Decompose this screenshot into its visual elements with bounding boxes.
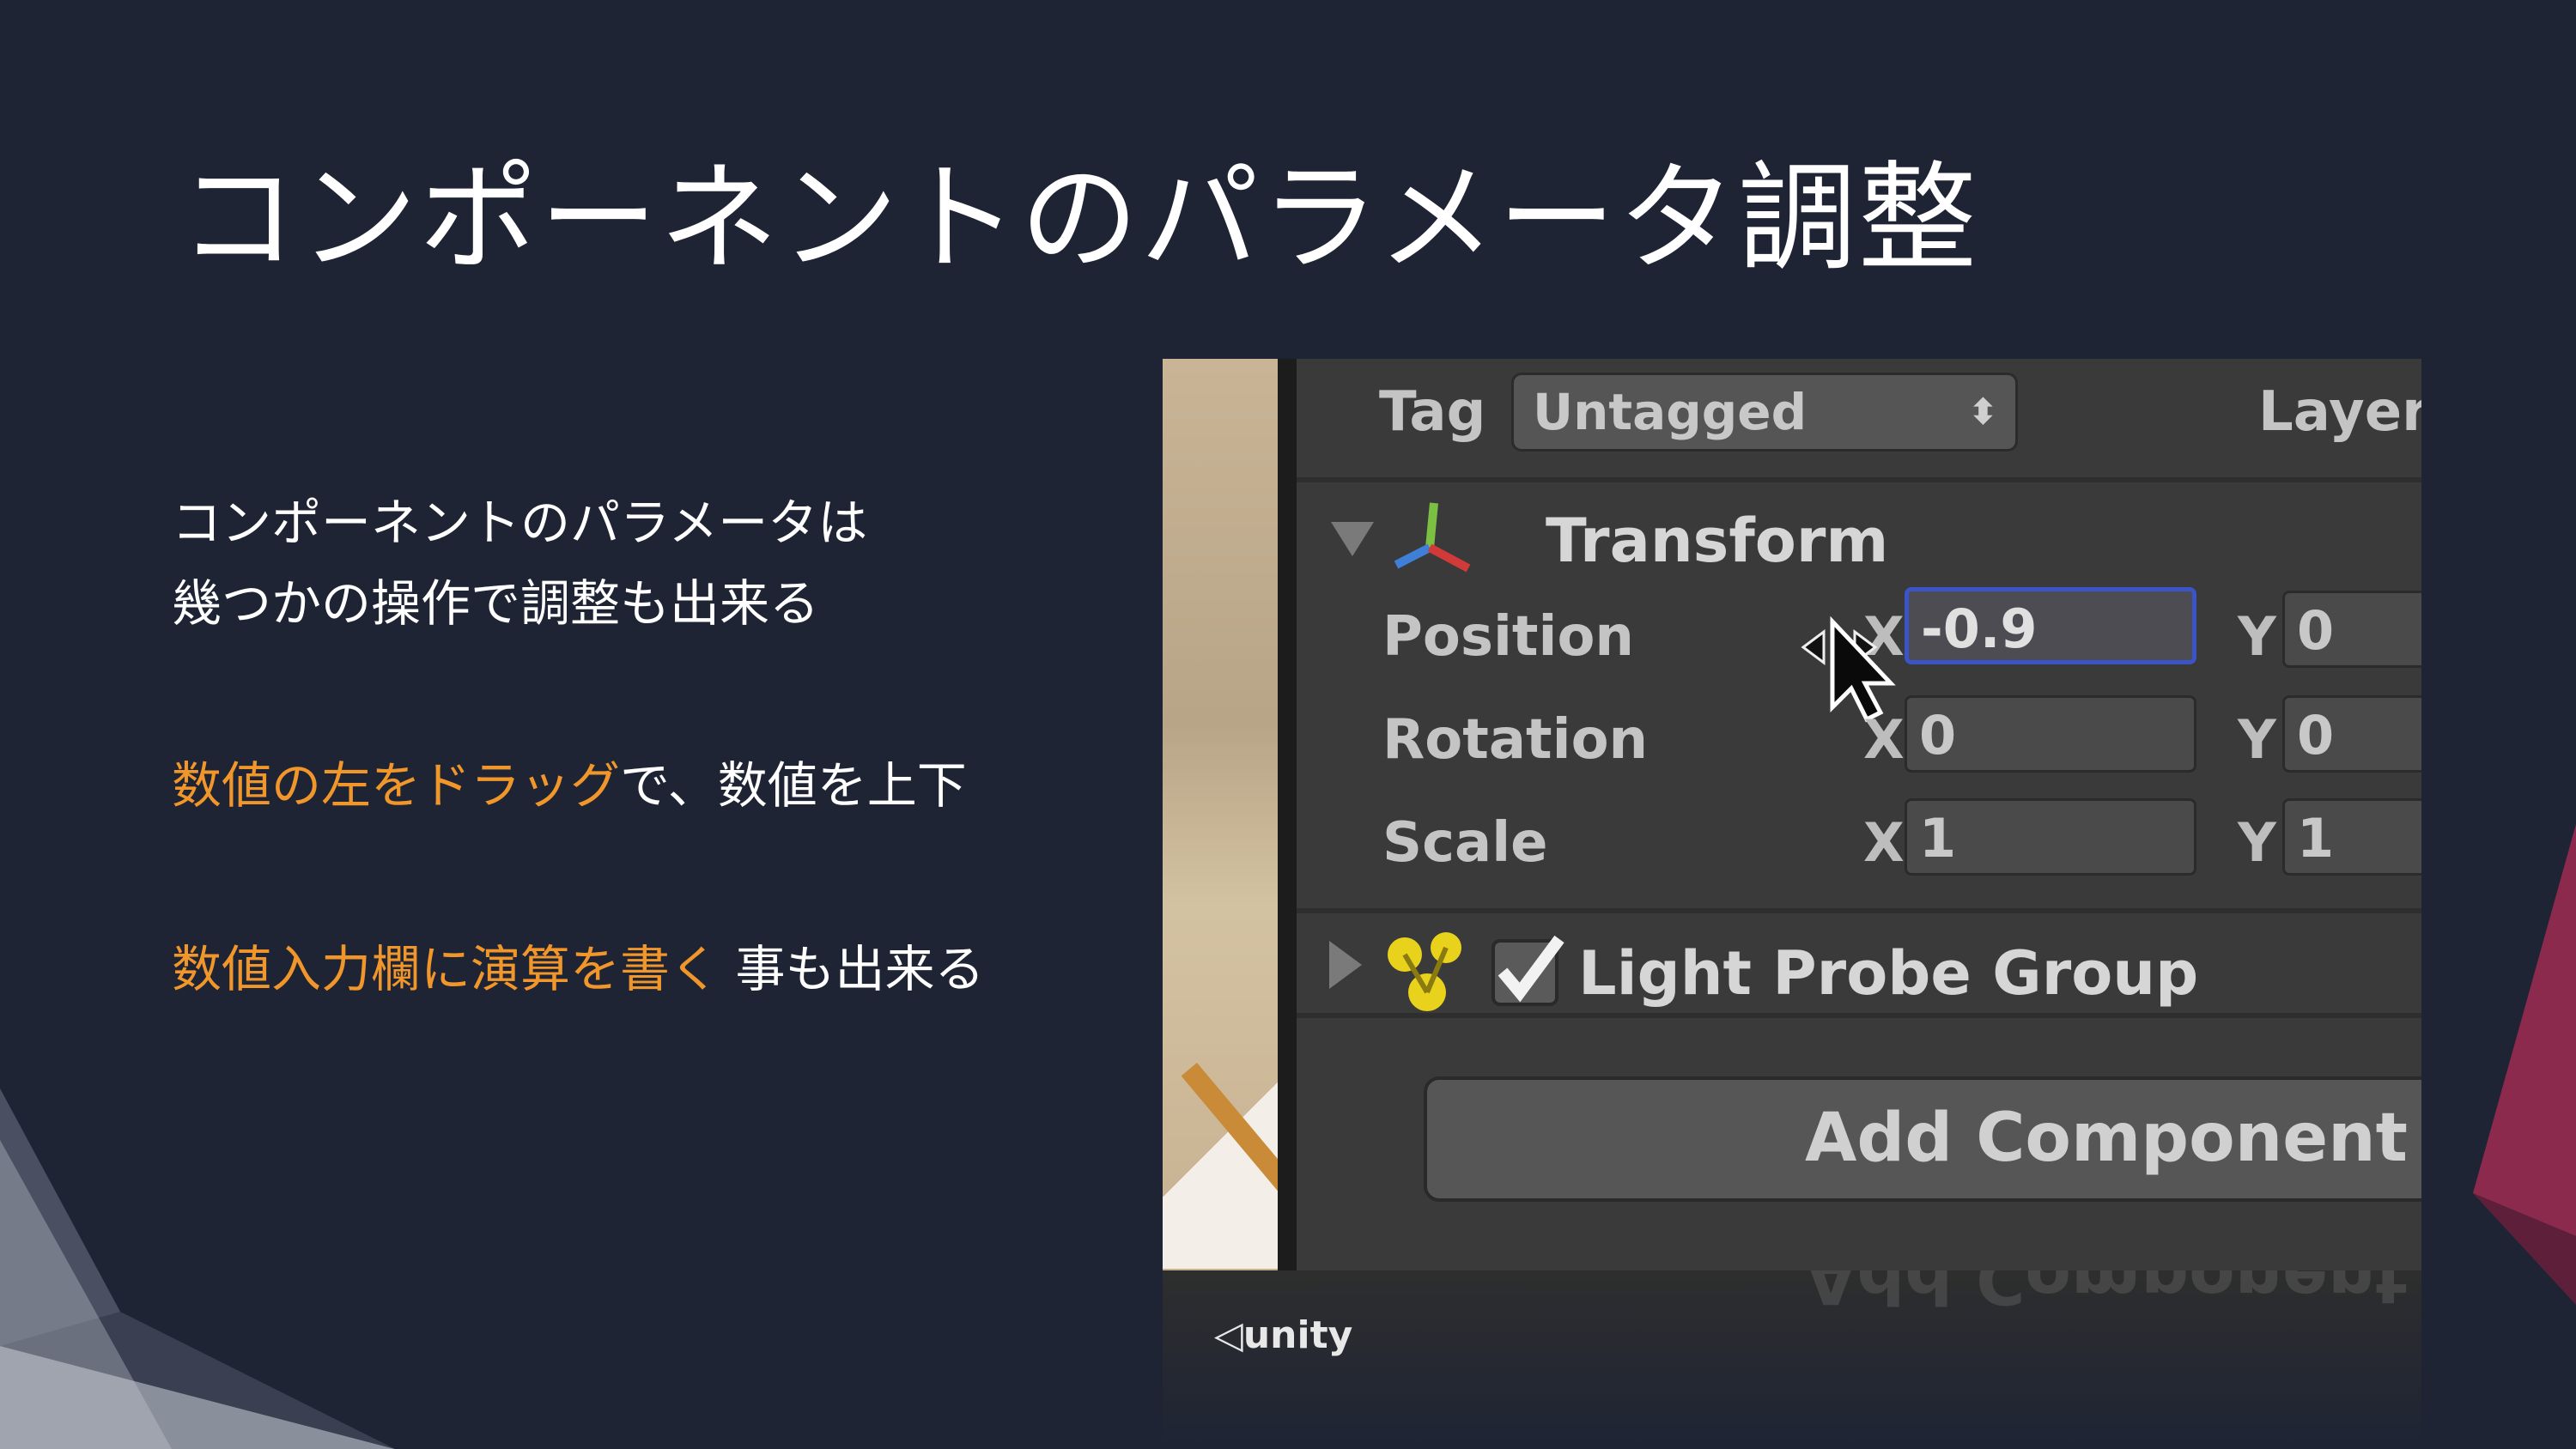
- scale-y-input[interactable]: 1: [2282, 798, 2421, 876]
- divider: [1297, 1013, 2421, 1018]
- slide-title: コンポーネントのパラメータ調整: [179, 149, 1978, 288]
- foldout-arrow-icon[interactable]: [1331, 517, 1374, 560]
- position-y-input[interactable]: 0: [2282, 591, 2421, 668]
- tag-label: Tag: [1379, 380, 1486, 444]
- inspector-panel: Tag Untagged ⬍ Layer D Transform Positio…: [1297, 359, 2421, 1270]
- scene-view-strip: [1163, 359, 1308, 1270]
- bullet-intro-line1: コンポーネントのパラメータは: [172, 494, 868, 552]
- light-probe-icon: [1388, 932, 1461, 1011]
- panel-divider: [1278, 359, 1297, 1270]
- bullet-intro: コンポーネントのパラメータは 幾つかの操作で調整も出来る: [172, 482, 867, 644]
- dropdown-arrows-icon: ⬍: [1967, 391, 1998, 433]
- bullet-drag: 数値の左をドラッグで、数値を上下: [172, 745, 967, 826]
- unity-inspector-screenshot: Tag Untagged ⬍ Layer D Transform Positio…: [1163, 359, 2421, 1270]
- scale-y-axis[interactable]: Y: [2238, 809, 2276, 877]
- component-title: Transform: [1546, 506, 1889, 576]
- unity-brand: unity: [1242, 1313, 1353, 1357]
- unity-logo-icon: ◁: [1214, 1313, 1243, 1357]
- bullet-expression: 数値入力欄に演算を書く 事も出来る: [172, 929, 984, 1009]
- bullet-expression-rest: 事も出来る: [720, 940, 985, 998]
- background-polygons: [0, 1088, 395, 1449]
- foldout-collapsed-icon[interactable]: [1326, 939, 1364, 991]
- screenshot-reflection: Add Component ◁unity: [1163, 1270, 2421, 1449]
- tag-dropdown[interactable]: Untagged ⬍: [1511, 373, 2018, 452]
- rotation-x-input[interactable]: 0: [1905, 695, 2196, 773]
- checkbox-icon[interactable]: [1491, 934, 1564, 1008]
- bullet-drag-rest: で、数値を上下: [620, 756, 967, 815]
- rotation-label[interactable]: Rotation: [1382, 706, 1648, 774]
- light-probe-label: Light Probe Group: [1578, 938, 2199, 1009]
- bullet-intro-line2: 幾つかの操作で調整も出来る: [172, 574, 820, 633]
- bullet-expression-highlight: 数値入力欄に演算を書く: [172, 940, 720, 998]
- scale-x-input[interactable]: 1: [1905, 798, 2196, 876]
- divider: [1297, 477, 2421, 482]
- rotation-y-axis[interactable]: Y: [2238, 706, 2276, 774]
- scale-x-axis[interactable]: X: [1863, 809, 1905, 877]
- position-x-input[interactable]: -0.9: [1905, 587, 2196, 664]
- tag-value: Untagged: [1533, 383, 1807, 441]
- transform-gizmo-icon: [1394, 502, 1471, 573]
- rotation-x-axis[interactable]: X: [1863, 706, 1905, 774]
- background-polygon-right: [2473, 824, 2576, 1305]
- scale-label[interactable]: Scale: [1382, 809, 1548, 877]
- reflection-text: Add Component: [1805, 1270, 2408, 1317]
- divider: [1297, 908, 2421, 913]
- unity-logo: ◁unity: [1214, 1313, 1352, 1357]
- rotation-y-input[interactable]: 0: [2282, 695, 2421, 773]
- position-y-axis[interactable]: Y: [2238, 603, 2276, 671]
- add-component-button[interactable]: Add Component: [1424, 1076, 2421, 1202]
- bullet-drag-highlight: 数値の左をドラッグ: [172, 756, 621, 815]
- position-label[interactable]: Position: [1382, 603, 1634, 671]
- layer-label: Layer: [2258, 380, 2421, 444]
